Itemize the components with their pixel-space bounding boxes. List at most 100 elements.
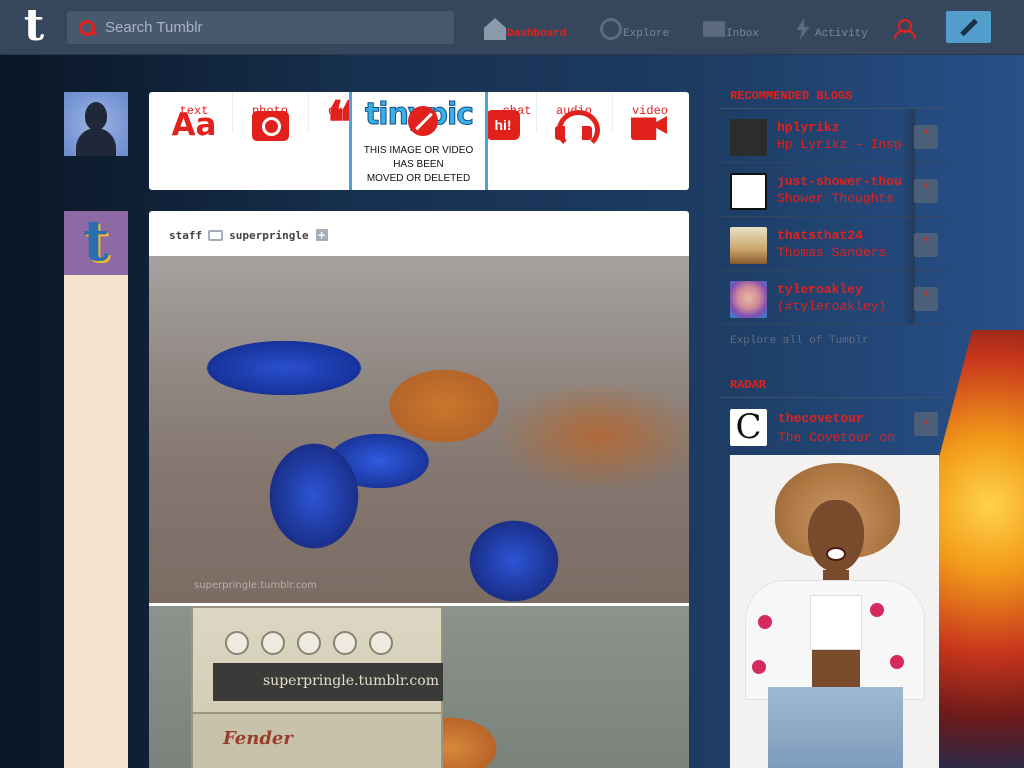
compass-icon [600,18,622,40]
radar-blog-avatar[interactable]: C [730,409,767,446]
photo-midriff [812,650,860,690]
explore-all-link[interactable]: Explore all of Tumblr [730,335,869,347]
post-author[interactable]: staff [169,229,202,242]
jacket-flower [870,603,884,617]
blog-name: tyleroakley [777,282,863,297]
amp-brand: Fender [223,728,293,749]
blog-name: hplyrikz [777,120,840,135]
follow-blog-button[interactable]: + [914,287,938,311]
follow-blog-button[interactable]: + [914,233,938,257]
chat-icon: hi! [486,110,520,140]
recommended-blogs-list: hplyrikz Hp Lyrikz - Insp + just-shower-… [720,109,949,326]
nav-inbox-label: Inbox [726,28,760,40]
broken-image-placeholder: tinypic THIS IMAGE OR VIDEO HAS BEEN MOV… [349,92,488,190]
photo-jeans [768,687,903,768]
avatar-silhouette-head [85,102,107,130]
nav-explore-label: Explore [623,28,670,40]
sidebar-divider [720,397,949,398]
recommended-blog-item[interactable]: thatsthat24 Thomas Sanders + [720,217,949,271]
nav-dashboard[interactable]: Dashboard [484,16,566,40]
no-image-icon [408,106,438,136]
image-removed-message: THIS IMAGE OR VIDEO HAS BEEN MOVED OR DE… [352,144,485,186]
radar-heading: RADAR [730,378,767,392]
reblog-icon [208,229,224,241]
recommended-blog-item[interactable]: just-shower-thou Shower Thoughts + [720,163,949,217]
post-type-text[interactable]: text Aa [156,92,232,190]
radar-blog-title: The Covetour on [778,430,896,445]
blog-title: Hp Lyrikz - Insp [777,137,902,152]
blog-name: just-shower-thou [777,174,902,189]
photo-top [810,595,862,650]
blog-title: Shower Thoughts [777,191,895,206]
jacket-flower [758,615,772,629]
tumblr-logo[interactable]: t [18,4,50,48]
photo-face [808,500,864,572]
pencil-icon [960,18,978,37]
jacket-flower [890,655,904,669]
photo-mouth [826,547,846,561]
blog-avatar [730,173,767,210]
blog-avatar [730,119,767,156]
post-photo-lizard-amp[interactable]: superpringle.tumblr.com Fender [149,606,689,768]
post-avatar-column [64,275,128,768]
text-icon: Aa [171,107,217,143]
nav-activity[interactable]: Activity [792,16,868,40]
photo-watermark: superpringle.tumblr.com [194,580,318,591]
image-removed-line-1: THIS IMAGE OR VIDEO [363,145,474,156]
nav-explore[interactable]: Explore [600,16,669,40]
amp-knobs [225,631,425,657]
amp-knob [225,631,249,655]
amp-plate: superpringle.tumblr.com [213,663,443,701]
follow-plus-icon[interactable]: + [315,229,328,241]
recommended-blogs-heading: RECOMMENDED BLOGS [730,89,853,103]
background-poster-art [938,330,1024,768]
nav-dashboard-label: Dashboard [507,28,567,40]
lightning-icon [796,18,810,40]
camera-icon [252,111,289,141]
amp-illustration: superpringle.tumblr.com Fender [191,606,443,768]
post-type-audio[interactable]: audio [536,92,612,190]
search-icon [79,20,95,36]
post-type-video-label: video [631,104,668,118]
radar-blog-name[interactable]: thecovetour [778,411,864,426]
staff-avatar[interactable]: t [64,211,128,275]
post-type-photo[interactable]: photo [232,92,308,190]
recommended-blog-item[interactable]: hplyrikz Hp Lyrikz - Insp + [720,109,949,163]
headphones-icon [555,110,600,150]
follow-blog-button[interactable]: + [914,179,938,203]
amp-bottom: Fender [193,712,441,768]
amp-knob [369,631,393,655]
blog-title: Thomas Sanders [777,245,887,260]
blog-title: (#tyleroakley) [777,299,887,314]
search-box[interactable] [67,11,454,44]
reblogged-from[interactable]: superpringle [229,229,308,242]
inbox-icon [703,21,725,37]
compose-post-button[interactable] [946,11,991,43]
search-input[interactable] [105,11,445,44]
radar-post-photo[interactable] [730,455,939,768]
blog-name: thatsthat24 [777,228,863,243]
image-removed-line-3: MOVED OR DELETED [366,173,471,184]
blog-avatar [730,281,767,318]
image-removed-line-2: HAS BEEN [393,159,444,170]
nav-activity-label: Activity [815,28,868,40]
jacket-flower [752,660,766,674]
staff-avatar-logo: t [83,208,109,274]
nav-inbox[interactable]: Inbox [703,16,759,40]
radar-follow-button[interactable]: + [914,412,938,436]
blog-avatar [730,227,767,264]
amp-knob [261,631,285,655]
post-header: staff superpringle + [169,227,328,243]
home-icon [484,18,506,40]
avatar-silhouette-body [76,128,116,156]
radar-post-header: C thecovetour The Covetour on + [720,409,949,446]
follow-blog-button[interactable]: + [914,125,938,149]
user-avatar[interactable] [64,92,128,156]
top-navigation-bar: t Dashboard Explore Inbox Activity [0,0,1024,55]
amp-knob [333,631,357,655]
amp-knob [297,631,321,655]
post-type-video[interactable]: video [612,92,688,190]
account-icon[interactable] [893,17,916,39]
post-photo-lizard-drums[interactable]: superpringle.tumblr.com [149,256,689,603]
recommended-blog-item[interactable]: tyleroakley (#tyleroakley) + [720,271,949,325]
